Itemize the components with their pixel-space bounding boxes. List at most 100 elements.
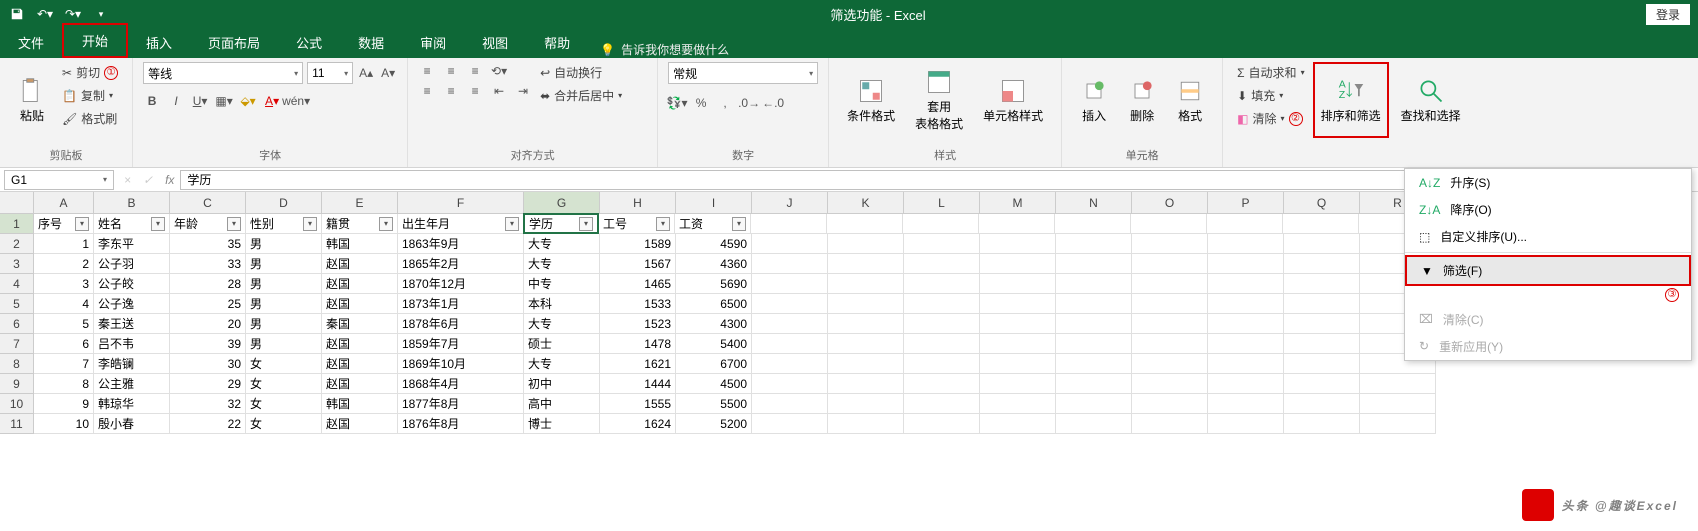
autosum-button[interactable]: Σ自动求和▾ (1233, 62, 1308, 83)
cell-M5[interactable] (980, 294, 1056, 314)
filter-dropdown-C[interactable]: ▾ (227, 217, 241, 231)
cell-A3[interactable]: 2 (34, 254, 94, 274)
fx-icon[interactable]: fx (159, 173, 180, 187)
cell-D6[interactable]: 男 (246, 314, 322, 334)
col-header-P[interactable]: P (1208, 192, 1284, 214)
cell-D2[interactable]: 男 (246, 234, 322, 254)
cell-L1[interactable] (903, 214, 979, 234)
align-bottom-icon[interactable]: ≡ (466, 62, 484, 80)
cell-I3[interactable]: 4360 (676, 254, 752, 274)
cell-K10[interactable] (828, 394, 904, 414)
cell-F7[interactable]: 1859年7月 (398, 334, 524, 354)
cell-K2[interactable] (828, 234, 904, 254)
cell-L2[interactable] (904, 234, 980, 254)
col-header-N[interactable]: N (1056, 192, 1132, 214)
cell-I4[interactable]: 5690 (676, 274, 752, 294)
cell-A7[interactable]: 6 (34, 334, 94, 354)
cell-P1[interactable] (1207, 214, 1283, 234)
cell-G6[interactable]: 大专 (524, 314, 600, 334)
cell-D10[interactable]: 女 (246, 394, 322, 414)
cell-K4[interactable] (828, 274, 904, 294)
cell-Q9[interactable] (1284, 374, 1360, 394)
col-header-F[interactable]: F (398, 192, 524, 214)
cell-J8[interactable] (752, 354, 828, 374)
cell-J7[interactable] (752, 334, 828, 354)
cell-B8[interactable]: 李皓镧 (94, 354, 170, 374)
cell-I10[interactable]: 5500 (676, 394, 752, 414)
tell-me-search[interactable]: 💡 告诉我你想要做什么 (588, 41, 741, 58)
cell-Q6[interactable] (1284, 314, 1360, 334)
cell-Q5[interactable] (1284, 294, 1360, 314)
cell-O1[interactable] (1131, 214, 1207, 234)
cell-Q2[interactable] (1284, 234, 1360, 254)
row-header-11[interactable]: 11 (0, 414, 34, 434)
cell-K3[interactable] (828, 254, 904, 274)
cell-N8[interactable] (1056, 354, 1132, 374)
tab-insert[interactable]: 插入 (128, 27, 190, 58)
tab-review[interactable]: 审阅 (402, 27, 464, 58)
delete-cells-button[interactable]: 删除 (1120, 62, 1164, 138)
cell-B9[interactable]: 公主雅 (94, 374, 170, 394)
cell-J11[interactable] (752, 414, 828, 434)
cell-G3[interactable]: 大专 (524, 254, 600, 274)
cell-A8[interactable]: 7 (34, 354, 94, 374)
menu-sort-custom[interactable]: ⬚自定义排序(U)... (1405, 223, 1691, 250)
cell-N9[interactable] (1056, 374, 1132, 394)
cell-L3[interactable] (904, 254, 980, 274)
table-format-button[interactable]: 套用 表格格式 (907, 62, 971, 138)
row-header-6[interactable]: 6 (0, 314, 34, 334)
cell-E1[interactable]: 籍贯▾ (322, 214, 398, 234)
cell-D3[interactable]: 男 (246, 254, 322, 274)
conditional-format-button[interactable]: 条件格式 (839, 62, 903, 138)
cell-D4[interactable]: 男 (246, 274, 322, 294)
cell-H2[interactable]: 1589 (600, 234, 676, 254)
cell-H11[interactable]: 1624 (600, 414, 676, 434)
col-header-K[interactable]: K (828, 192, 904, 214)
filter-dropdown-I[interactable]: ▾ (732, 217, 746, 231)
cell-J5[interactable] (752, 294, 828, 314)
col-header-Q[interactable]: Q (1284, 192, 1360, 214)
cell-R10[interactable] (1360, 394, 1436, 414)
cell-L11[interactable] (904, 414, 980, 434)
col-header-G[interactable]: G (524, 192, 600, 214)
cell-D5[interactable]: 男 (246, 294, 322, 314)
cell-F6[interactable]: 1878年6月 (398, 314, 524, 334)
filter-dropdown-G[interactable]: ▾ (579, 217, 593, 231)
border-button[interactable]: ▦▾ (215, 92, 233, 110)
fill-color-button[interactable]: ⬙▾ (239, 92, 257, 110)
cell-I7[interactable]: 5400 (676, 334, 752, 354)
cell-F2[interactable]: 1863年9月 (398, 234, 524, 254)
dec-decimal-icon[interactable]: ←.0 (764, 94, 782, 112)
cell-D7[interactable]: 男 (246, 334, 322, 354)
filter-dropdown-A[interactable]: ▾ (75, 217, 89, 231)
bold-button[interactable]: B (143, 92, 161, 110)
cell-A11[interactable]: 10 (34, 414, 94, 434)
cell-Q3[interactable] (1284, 254, 1360, 274)
row-header-5[interactable]: 5 (0, 294, 34, 314)
cell-K8[interactable] (828, 354, 904, 374)
cell-H3[interactable]: 1567 (600, 254, 676, 274)
save-icon[interactable] (8, 5, 26, 23)
format-painter-button[interactable]: 🖌格式刷 (58, 108, 122, 129)
cell-G9[interactable]: 初中 (524, 374, 600, 394)
cell-G4[interactable]: 中专 (524, 274, 600, 294)
cell-M7[interactable] (980, 334, 1056, 354)
cell-D1[interactable]: 性别▾ (246, 214, 322, 234)
tab-home[interactable]: 开始 (62, 23, 128, 58)
row-header-1[interactable]: 1 (0, 214, 34, 234)
cell-N7[interactable] (1056, 334, 1132, 354)
wrap-text-button[interactable]: ↩自动换行 (536, 62, 626, 83)
cell-M10[interactable] (980, 394, 1056, 414)
cell-N6[interactable] (1056, 314, 1132, 334)
copy-button[interactable]: 📋复制▾ (58, 85, 122, 106)
cell-F4[interactable]: 1870年12月 (398, 274, 524, 294)
row-header-4[interactable]: 4 (0, 274, 34, 294)
cell-F9[interactable]: 1868年4月 (398, 374, 524, 394)
cell-M9[interactable] (980, 374, 1056, 394)
cell-H1[interactable]: 工号▾ (599, 214, 675, 234)
cell-R9[interactable] (1360, 374, 1436, 394)
cell-N4[interactable] (1056, 274, 1132, 294)
cell-G2[interactable]: 大专 (524, 234, 600, 254)
menu-sort-asc[interactable]: A↓Z升序(S) (1405, 169, 1691, 196)
cell-M2[interactable] (980, 234, 1056, 254)
